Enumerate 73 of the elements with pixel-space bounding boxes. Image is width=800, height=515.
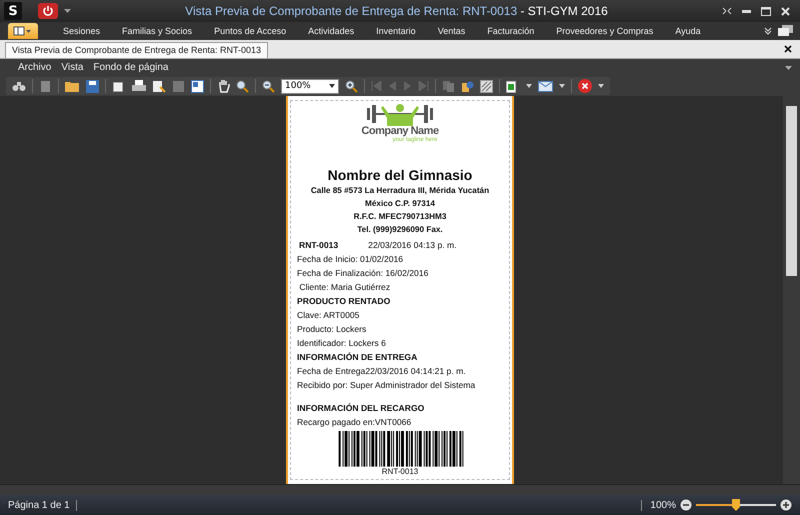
app-logo[interactable]: S	[4, 2, 22, 20]
folio-number: RNT-0013	[299, 239, 338, 252]
address-line: México C.P. 97314	[364, 198, 436, 210]
document-tab[interactable]: Vista Previa de Comprobante de Entrega de Renta: RNT-0013	[5, 42, 268, 58]
zoom-in-icon[interactable]	[345, 80, 358, 92]
layout-icon[interactable]	[13, 26, 33, 36]
receipt-line: Cliente: Maria Gutiérrez	[298, 281, 392, 294]
close-icon[interactable]	[784, 45, 792, 53]
receipt-line: Fecha de Entrega22/03/2016 04:14:21 p. m.	[297, 365, 467, 378]
section-heading: INFORMACIÓN DEL RECARGO	[297, 402, 426, 416]
menu-item[interactable]: Fondo de página	[93, 62, 168, 73]
zoom-out-icon[interactable]	[262, 80, 275, 92]
zoom-level: 100%	[641, 500, 676, 510]
weightlifter-logo-icon	[365, 102, 435, 126]
menu-item[interactable]: Vista	[61, 62, 84, 73]
dropdown-icon[interactable]	[526, 84, 532, 88]
ribbon-tab[interactable]: Puntos de Acceso	[203, 26, 298, 36]
color-icon[interactable]	[461, 80, 474, 92]
save-icon[interactable]	[86, 80, 99, 92]
dropdown-icon[interactable]	[329, 84, 335, 88]
hand-icon[interactable]	[217, 79, 230, 93]
horizontal-scrollbar[interactable]	[0, 484, 800, 495]
page-icon[interactable]	[39, 80, 52, 92]
magnifier-icon[interactable]	[236, 80, 249, 92]
ribbon-tab[interactable]: Ventas	[426, 26, 476, 36]
zoom-out-icon[interactable]	[680, 499, 692, 511]
receipt-line: Recibido por: Super Administrador del Sistema	[297, 379, 476, 392]
receipt-line: Producto: Lockers	[297, 323, 368, 336]
ribbon-tab[interactable]: Proveedores y Compras	[545, 26, 664, 36]
dropdown-icon[interactable]	[559, 84, 565, 88]
receipt-line: Fecha de Finalización: 16/02/2016	[297, 267, 430, 280]
address-line: R.F.C. MFEC790713HM3	[352, 211, 448, 224]
ribbon-tab[interactable]: Ayuda	[664, 26, 712, 36]
ribbon-tab[interactable]: Inventario	[365, 26, 427, 36]
company-name: Company Name	[361, 126, 439, 137]
power-icon[interactable]	[38, 3, 58, 19]
window-title: Vista Previa de Comprobante de Entrega de Renta: RNT-0013 - STI-GYM 2016	[184, 4, 609, 18]
binoculars-icon[interactable]	[12, 80, 26, 92]
ribbon-tab[interactable]: Facturación	[476, 26, 546, 36]
page-indicator: Página 1 de 1	[8, 500, 77, 510]
ribbon-tab[interactable]: Sesiones	[52, 26, 112, 36]
maximize-icon[interactable]	[761, 6, 771, 16]
zoom-dropdown[interactable]: 100%	[281, 78, 339, 94]
ribbon-tab[interactable]: Actividades	[297, 26, 366, 36]
address-line: Tel. (999)9296090 Fax.	[356, 224, 444, 236]
receipt-line: Recargo pagado en:VNT0066	[297, 416, 412, 430]
layout-icon[interactable]	[191, 80, 204, 92]
folder-icon[interactable]	[65, 80, 80, 92]
windows-icon[interactable]	[778, 25, 794, 37]
receipt-line: Identificador: Lockers 6	[297, 337, 387, 350]
receipt-line: Fecha de Inicio: 01/02/2016	[297, 253, 404, 266]
watermark-icon[interactable]	[480, 80, 493, 92]
page-setup-icon[interactable]	[112, 80, 126, 92]
chevron-icon[interactable]	[764, 27, 772, 35]
ribbon-tab[interactable]: Familias y Socios	[111, 26, 204, 36]
zoom-in-icon[interactable]	[780, 499, 792, 511]
restore-icon[interactable]	[722, 7, 732, 15]
minimize-icon[interactable]	[742, 10, 751, 12]
gym-name: Nombre del Gimnasio	[326, 167, 474, 184]
section-heading: PRODUCTO RENTADO	[297, 295, 392, 308]
address-line: Calle 85 #573 La Herradura III, Mérida Yucatán	[310, 185, 490, 198]
menu-item[interactable]: Archivo	[18, 62, 52, 73]
envelope-icon[interactable]	[538, 80, 553, 92]
vertical-scrollbar[interactable]	[783, 96, 800, 484]
section-heading: INFORMACIÓN DE ENTREGA	[297, 351, 418, 364]
folio-date: 22/03/2016 04:13 p. m.	[368, 239, 457, 252]
print-icon[interactable]	[132, 80, 146, 92]
application-menu-button[interactable]	[8, 23, 38, 39]
dropdown-icon[interactable]	[598, 84, 604, 88]
barcode-caption: RNT-0013	[380, 467, 420, 477]
receipt-line: Clave: ART0005	[297, 309, 360, 322]
close-preview-icon[interactable]	[578, 79, 592, 93]
quick-print-icon[interactable]	[152, 80, 166, 92]
